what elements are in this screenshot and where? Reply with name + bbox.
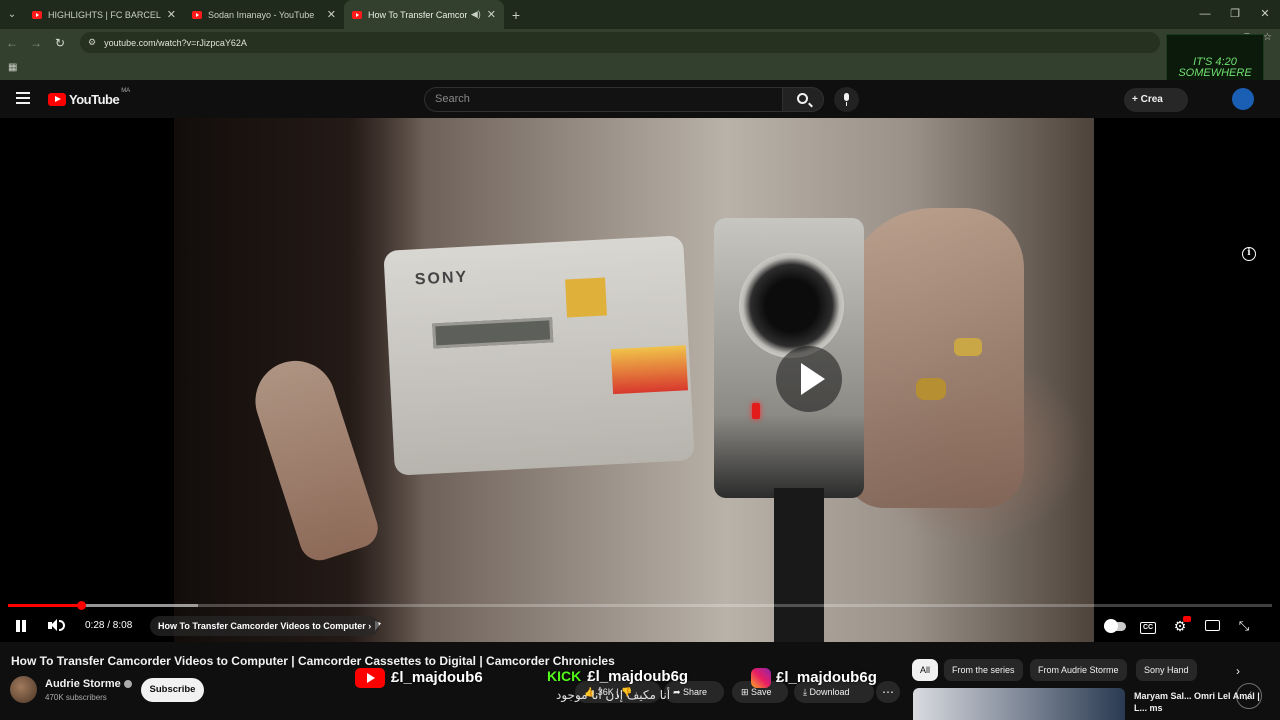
chip-sony-hand[interactable]: Sony Hand	[1136, 659, 1197, 681]
url-text: youtube.com/watch?v=rJizpcaY62A	[104, 37, 247, 48]
youtube-logo-icon	[355, 668, 385, 688]
tab-title: How To Transfer Camcorder	[368, 9, 467, 20]
recommendation-thumbnail[interactable]	[913, 688, 1125, 720]
more-actions-icon[interactable]: ⋯	[876, 681, 900, 703]
verified-icon	[123, 680, 132, 689]
volume-icon[interactable]	[48, 617, 65, 635]
info-icon[interactable]: i	[1242, 247, 1256, 261]
audio-playing-icon[interactable]: ◀)	[471, 9, 481, 20]
tab-title: Sodan Imanayo - YouTube	[208, 9, 315, 20]
subtitles-icon[interactable]: CC	[1138, 617, 1158, 635]
close-tab-icon[interactable]: ✕	[327, 8, 336, 21]
back-icon[interactable]: ←	[0, 36, 24, 50]
tab-search-icon[interactable]: ⌄	[0, 0, 24, 29]
camcorder-brand: SONY	[414, 268, 469, 289]
forward-icon[interactable]: →	[24, 36, 48, 50]
time-display: 0:28 / 8:08	[85, 620, 133, 631]
video-frame[interactable]: SONY	[174, 118, 1094, 642]
scene-camcorder-side: SONY	[383, 235, 695, 476]
close-tab-icon[interactable]: ✕	[487, 8, 496, 21]
recommendation-title[interactable]: Maryam Sal... Omri Lel Amal | L... ms	[1134, 690, 1264, 714]
instagram-handle: £l_majdoub6g	[751, 668, 877, 688]
chapter-title: How To Transfer Camcorder Videos to Comp…	[158, 621, 366, 631]
voice-search-icon[interactable]	[834, 87, 859, 112]
instagram-logo-icon	[751, 668, 771, 688]
camcorder-lens	[739, 253, 844, 358]
chapter-button[interactable]: How To Transfer Camcorder Videos to Comp…	[150, 616, 380, 636]
theater-mode-icon[interactable]	[1202, 617, 1222, 635]
browser-tab-3[interactable]: How To Transfer Camcorder ◀) ✕	[344, 0, 504, 29]
channel-avatar[interactable]	[10, 676, 37, 703]
browser-tab-2[interactable]: Sodan Imanayo - YouTube ✕	[184, 0, 344, 29]
chip-all[interactable]: All	[912, 659, 939, 681]
fullscreen-icon[interactable]: ⤡	[1234, 617, 1254, 635]
country-code: MA	[121, 88, 131, 94]
youtube-logo[interactable]: YouTube MA	[48, 88, 130, 107]
related-chips: All From the series From Audrie Storme S…	[912, 659, 1252, 683]
pause-icon[interactable]	[14, 617, 28, 635]
subscribe-button[interactable]: Subscribe	[141, 678, 204, 702]
video-title: How To Transfer Camcorder Videos to Comp…	[11, 654, 615, 668]
chip-from-channel[interactable]: From Audrie Storme	[1030, 659, 1127, 681]
chip-from-series[interactable]: From the series	[944, 659, 1023, 681]
kick-logo: KICK	[547, 668, 582, 684]
channel-name: Audrie Storme	[45, 678, 121, 690]
address-bar-row: ← → ↻ ⚙ youtube.com/watch?v=rJizpcaY62A …	[0, 29, 1280, 56]
youtube-play-logo-icon	[48, 93, 66, 106]
subscriber-count: 470K subscribers	[45, 693, 107, 702]
youtube-handle: £l_majdoub6	[355, 668, 483, 688]
scene-holding-hand	[844, 208, 1024, 508]
restore-icon[interactable]: ❐	[1220, 0, 1250, 29]
account-avatar[interactable]	[1232, 88, 1254, 110]
search-button[interactable]	[782, 87, 824, 112]
kick-handle: KICK £l_majdoub6g	[547, 668, 689, 685]
site-info-icon[interactable]: ⚙	[88, 37, 96, 48]
youtube-favicon-icon	[32, 10, 42, 19]
scene-ring	[954, 338, 982, 356]
camcorder-screen	[432, 317, 554, 349]
apps-grid-icon[interactable]: ▦	[8, 62, 17, 73]
youtube-favicon-icon	[192, 10, 202, 19]
tab-title: HIGHLIGHTS | FC BARCELONA 2	[48, 9, 161, 20]
close-tab-icon[interactable]: ✕	[167, 8, 176, 21]
chevron-right-icon[interactable]: ›	[1236, 664, 1240, 678]
minimize-icon[interactable]: —	[1190, 0, 1220, 29]
browser-tab-1[interactable]: HIGHLIGHTS | FC BARCELONA 2 ✕	[24, 0, 184, 29]
browser-tab-bar: ⌄ HIGHLIGHTS | FC BARCELONA 2 ✕ Sodan Im…	[0, 0, 1280, 29]
search-input[interactable]: Search	[424, 87, 782, 112]
camcorder-badge	[565, 277, 607, 318]
window-controls: — ❐ ✕	[1190, 0, 1280, 29]
scene-ring	[916, 378, 946, 400]
autoplay-toggle-icon[interactable]	[1104, 617, 1126, 635]
channel-name-link[interactable]: Audrie Storme	[45, 678, 132, 690]
bookmark-star-icon[interactable]: ☆	[1263, 32, 1272, 43]
search-icon	[797, 93, 808, 104]
bookmarks-bar: ▦	[0, 56, 1280, 80]
close-window-icon[interactable]: ✕	[1250, 0, 1280, 29]
save-label: Save	[751, 687, 772, 697]
play-overlay-icon[interactable]	[776, 346, 842, 412]
progress-played	[8, 604, 82, 607]
youtube-header: YouTube MA Search + Crea	[0, 80, 1280, 118]
recording-light	[752, 403, 760, 419]
hd-badge	[1183, 616, 1191, 622]
progress-bar[interactable]	[8, 601, 1272, 610]
download-label: Download	[809, 687, 850, 697]
logo-wordmark: YouTube	[69, 92, 120, 107]
camcorder-sticker	[610, 345, 689, 395]
overlay-arabic-text: أنا مكيف إذن أنا موجود	[556, 688, 671, 702]
video-player[interactable]: SONY i ⁄	[0, 118, 1280, 709]
new-tab-icon[interactable]: +	[504, 7, 528, 23]
youtube-favicon-icon	[352, 10, 362, 19]
menu-icon[interactable]	[16, 92, 30, 104]
url-field[interactable]: ⚙ youtube.com/watch?v=rJizpcaY62A	[80, 32, 1160, 53]
reload-icon[interactable]: ↻	[48, 36, 72, 50]
share-label: Share	[683, 687, 708, 697]
create-button[interactable]: + Crea	[1124, 88, 1188, 112]
player-controls: 0:28 / 8:08 How To Transfer Camcorder Vi…	[0, 614, 1280, 638]
